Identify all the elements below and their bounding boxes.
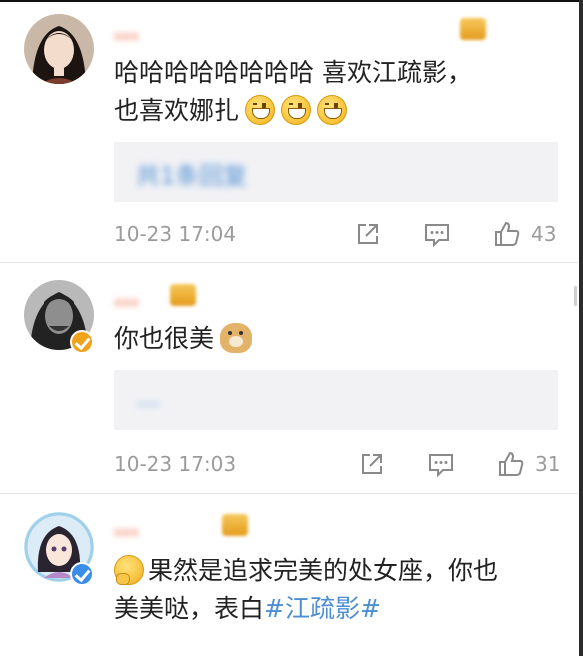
window-right-edge [579,0,583,656]
comment-item: … 哈哈哈哈哈哈哈哈 喜欢江疏影， 也喜欢娜扎 共1条回复 10-23 17:0… [0,0,578,262]
topic-link[interactable]: #江疏影# [264,594,381,623]
member-badge-icon [460,18,486,40]
comment-item: … 果然是追求完美的处女座，你也 美美哒，表白#江疏影# [0,494,578,656]
thinking-emoji-icon [114,555,144,585]
comment-divider [0,262,578,263]
like-count: 43 [531,222,557,246]
username[interactable]: … [114,16,444,46]
reply-summary[interactable]: … [136,384,160,412]
member-badge-icon [170,284,196,306]
verified-badge-icon [70,562,94,586]
username[interactable]: … [114,282,164,312]
timestamp: 10-23 17:03 [114,452,237,476]
comment-text: 你也很美 [114,320,564,358]
comment-icon[interactable] [427,450,455,478]
comment-actions: 10-23 17:03 31 [0,444,578,484]
comment-text: 哈哈哈哈哈哈哈哈 喜欢江疏影， [114,58,472,87]
grin-emoji-icon [317,95,348,125]
grin-emoji-icon [281,95,312,125]
comment-actions: 10-23 17:04 43 [0,214,578,254]
member-badge-icon [222,514,248,536]
grin-emoji-icon [245,95,276,125]
comment-item: … 你也很美 … 10-23 17:03 31 [0,264,578,492]
reply-box[interactable]: … [114,370,558,430]
thumbs-up-icon[interactable] [493,220,521,248]
doge-emoji-icon [220,323,253,353]
verified-badge-icon [70,330,94,354]
share-icon[interactable] [354,220,382,248]
like-count: 31 [535,452,561,476]
avatar[interactable] [24,14,94,84]
comment-icon[interactable] [423,220,451,248]
reply-summary[interactable]: 共1条回复 [136,156,247,191]
reply-box[interactable]: 共1条回复 [114,142,558,202]
share-icon[interactable] [358,450,386,478]
comment-text-line-2: 也喜欢娜扎 [114,92,564,130]
comment-text: 果然是追求完美的处女座，你也 [114,552,564,590]
thumbs-up-icon[interactable] [497,450,525,478]
timestamp: 10-23 17:04 [114,222,237,246]
username[interactable]: … [114,512,219,542]
comment-text-line-2: 美美哒，表白#江疏影# [114,594,381,623]
